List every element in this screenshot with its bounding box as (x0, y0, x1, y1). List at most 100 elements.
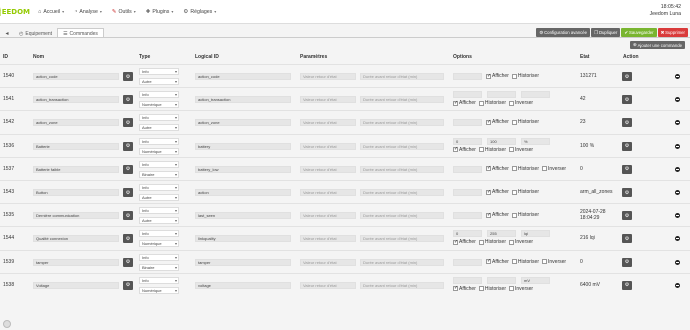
cmd-config-button[interactable]: ⚙ (123, 234, 133, 244)
afficher-checkbox[interactable]: Afficher (486, 189, 509, 195)
logical-id-input[interactable]: action_transaction (195, 96, 291, 104)
remove-cmd-icon[interactable] (675, 97, 680, 103)
cmd-name-input[interactable]: Dernière communication (33, 212, 119, 220)
afficher-checkbox[interactable]: Afficher (486, 165, 509, 172)
historiser-checkbox[interactable]: Historiser (511, 212, 539, 218)
cmd-test-button[interactable]: ⚙ (622, 164, 632, 174)
unit-input[interactable] (453, 119, 482, 127)
logical-id-input[interactable]: last_seen (195, 212, 291, 220)
logical-id-input[interactable]: action (195, 189, 291, 196)
subtype-select[interactable]: Numérique (139, 286, 179, 294)
cmd-test-button[interactable]: ⚙ (622, 188, 632, 197)
cmd-test-button[interactable]: ⚙ (622, 257, 632, 267)
logical-id-input[interactable]: tamper (195, 258, 291, 266)
type-select[interactable]: Info (139, 253, 179, 261)
max-input[interactable]: 255 (487, 230, 516, 238)
historiser-checkbox[interactable]: Historiser (478, 100, 506, 106)
type-select[interactable]: Info (139, 207, 179, 215)
menu-plugins[interactable]: ✚ Plugins ▾ (141, 0, 179, 24)
state-value-input[interactable]: Valeur retour d'état (300, 212, 356, 220)
remove-cmd-icon[interactable] (675, 236, 680, 242)
logical-id-input[interactable]: voltage (195, 281, 291, 289)
afficher-checkbox[interactable]: Afficher (486, 258, 509, 265)
cmd-config-button[interactable]: ⚙ (123, 141, 133, 151)
unit-input[interactable] (453, 189, 482, 196)
min-input[interactable] (453, 276, 482, 284)
remove-cmd-icon[interactable] (675, 190, 680, 195)
cmd-test-button[interactable]: ⚙ (622, 280, 632, 290)
type-select[interactable]: Info (139, 91, 179, 99)
unit-input[interactable] (453, 165, 482, 173)
subtype-select[interactable]: Autre (139, 194, 179, 201)
remove-cmd-icon[interactable] (675, 74, 680, 79)
inverser-checkbox[interactable]: Inverser (509, 100, 533, 106)
min-input[interactable]: 0 (453, 230, 482, 238)
max-input[interactable] (487, 276, 516, 284)
unit-input[interactable] (453, 258, 482, 266)
advanced-config-button[interactable]: ⚙ Configuration avancée (536, 28, 591, 37)
state-duration-input[interactable]: Durée avant retour d'état (min) (360, 189, 444, 196)
cmd-test-button[interactable]: ⚙ (622, 141, 632, 151)
state-value-input[interactable]: Valeur retour d'état (300, 165, 356, 173)
save-button[interactable]: ✔ Sauvegarder (621, 28, 657, 37)
cmd-name-input[interactable]: Batterie (33, 142, 119, 150)
state-duration-input[interactable]: Durée avant retour d'état (min) (360, 142, 444, 150)
subtype-select[interactable]: Numérique (139, 240, 179, 248)
cmd-config-button[interactable]: ⚙ (123, 95, 133, 105)
cmd-test-button[interactable]: ⚙ (622, 72, 632, 81)
logical-id-input[interactable]: battery (195, 142, 291, 150)
remove-cmd-icon[interactable] (675, 213, 680, 219)
inverser-checkbox[interactable]: Inverser (542, 166, 566, 172)
afficher-checkbox[interactable]: Afficher (453, 100, 476, 106)
historiser-checkbox[interactable]: Historiser (478, 147, 506, 153)
unit-input[interactable] (453, 212, 482, 220)
inverser-checkbox[interactable]: Inverser (509, 286, 533, 292)
historiser-checkbox[interactable]: Historiser (478, 286, 506, 292)
cmd-name-input[interactable]: action_code (33, 73, 119, 80)
menu-outils[interactable]: ✎ Outils ▾ (107, 0, 141, 24)
state-value-input[interactable]: Valeur retour d'état (300, 96, 356, 104)
cmd-config-button[interactable]: ⚙ (123, 257, 133, 267)
inverser-checkbox[interactable]: Inverser (542, 259, 566, 265)
cmd-test-button[interactable]: ⚙ (622, 211, 632, 221)
min-input[interactable] (453, 91, 482, 99)
cmd-name-input[interactable]: Voltage (33, 281, 119, 289)
subtype-select[interactable]: Numérique (139, 147, 179, 155)
menu-analyse[interactable]: ◔ Analyse ▾ (69, 0, 107, 24)
unit-input[interactable] (521, 91, 550, 99)
logical-id-input[interactable]: action_zone (195, 119, 291, 127)
historiser-checkbox[interactable]: Historiser (511, 166, 539, 172)
state-duration-input[interactable]: Durée avant retour d'état (min) (360, 165, 444, 173)
afficher-checkbox[interactable]: Afficher (486, 119, 509, 125)
subtype-select[interactable]: Autre (139, 124, 179, 132)
state-duration-input[interactable]: Durée avant retour d'état (min) (360, 258, 444, 266)
subtype-select[interactable]: Binaire (139, 263, 179, 271)
cmd-test-button[interactable]: ⚙ (622, 118, 632, 128)
user-name[interactable]: Jeedom Luna (650, 11, 681, 18)
state-duration-input[interactable]: Durée avant retour d'état (min) (360, 119, 444, 127)
subtype-select[interactable]: Autre (139, 78, 179, 85)
cmd-config-button[interactable]: ⚙ (123, 188, 133, 197)
state-duration-input[interactable]: Durée avant retour d'état (min) (360, 96, 444, 104)
add-command-button[interactable]: ⊕ Ajouter une commande (629, 41, 685, 49)
historiser-checkbox[interactable]: Historiser (511, 189, 539, 195)
cmd-name-input[interactable]: tamper (33, 258, 119, 266)
menu-accueil[interactable]: ⌂ Accueil ▾ (33, 0, 69, 24)
subtype-select[interactable]: Binaire (139, 170, 179, 178)
unit-input[interactable]: lqi (521, 230, 550, 238)
historiser-checkbox[interactable]: Historiser (478, 239, 506, 245)
cmd-name-input[interactable]: Button (33, 189, 119, 196)
menu-reglages[interactable]: ⚙ Réglages ▾ (178, 0, 221, 24)
remove-cmd-icon[interactable] (675, 143, 680, 149)
afficher-checkbox[interactable]: Afficher (486, 73, 509, 79)
logical-id-input[interactable]: action_code (195, 73, 291, 80)
help-icon[interactable] (3, 320, 11, 328)
state-value-input[interactable]: Valeur retour d'état (300, 119, 356, 127)
state-value-input[interactable]: Valeur retour d'état (300, 73, 356, 80)
state-value-input[interactable]: Valeur retour d'état (300, 142, 356, 150)
subtype-select[interactable]: Numérique (139, 101, 179, 109)
cmd-test-button[interactable]: ⚙ (622, 234, 632, 244)
cmd-config-button[interactable]: ⚙ (123, 72, 133, 81)
logical-id-input[interactable]: linkquality (195, 235, 291, 243)
max-input[interactable]: 100 (487, 137, 516, 145)
